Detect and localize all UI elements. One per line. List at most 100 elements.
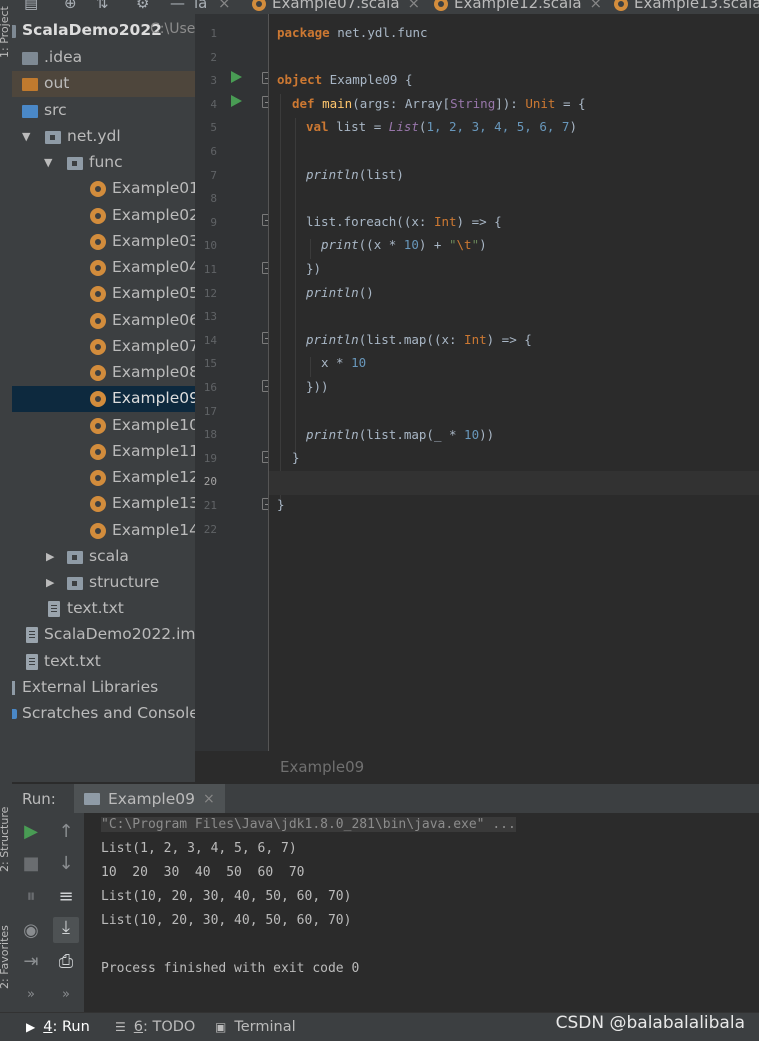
tree-item-example07[interactable]: Example07 — [12, 334, 195, 360]
tree-item-func[interactable]: ▼ func — [12, 150, 195, 176]
line-number: 16 — [203, 381, 217, 394]
tab-close-icon[interactable]: × — [218, 0, 231, 12]
collapse-icon[interactable]: ⇅ — [96, 0, 109, 12]
tree-item-structure[interactable]: ▶ structure — [12, 570, 195, 596]
run-config-tab[interactable]: Example09 × — [74, 784, 225, 814]
line-number: 15 — [203, 357, 217, 370]
tree-item-example03[interactable]: Example03 — [12, 229, 195, 255]
tree-item-net-ydl[interactable]: ▼ net.ydl — [12, 124, 195, 150]
rerun-icon[interactable]: ▶ — [18, 821, 44, 842]
tree-item-scratches[interactable]: Scratches and Consoles — [12, 701, 195, 727]
breadcrumb: Example09 — [195, 751, 759, 783]
run-gutter-icon[interactable] — [231, 95, 242, 107]
project-tool-tab[interactable]: 1: Project — [0, 6, 11, 58]
module-file-icon — [26, 627, 38, 643]
scala-object-icon — [90, 181, 106, 197]
tab-close-icon[interactable]: × — [408, 0, 421, 12]
scala-file-icon — [614, 0, 628, 11]
tree-item-example10[interactable]: Example10 — [12, 413, 195, 439]
tree-item-example09[interactable]: Example09 — [12, 386, 195, 412]
scroll-to-end-icon[interactable]: ⤓ — [53, 917, 79, 943]
tree-item-example01[interactable]: Example01 — [12, 176, 195, 202]
folder-icon — [22, 52, 38, 65]
text-file-icon — [48, 601, 60, 617]
scala-object-icon — [90, 470, 106, 486]
editor-gutter: 1 2 3 4 5 6 7 8 9 10 11 12 13 14 15 16 1… — [195, 14, 274, 751]
line-number: 12 — [203, 287, 217, 300]
code-line-14: println(list.map((x: Int) => { — [306, 332, 532, 347]
gear-icon[interactable]: ⚙ — [136, 0, 149, 12]
tree-item-iml[interactable]: ScalaDemo2022.iml — [12, 622, 195, 648]
watermark: CSDN @balabalalibala — [555, 1013, 745, 1033]
tab-example07[interactable]: Example07.scala × — [252, 0, 420, 14]
stop-icon[interactable]: ■ — [18, 853, 44, 874]
code-line-10: print((x * 10) + "\t") — [321, 237, 487, 252]
tab-example12[interactable]: Example12.scala × — [434, 0, 602, 14]
todo-tool-button[interactable]: ☰ 6: TODO — [115, 1019, 195, 1035]
tree-item-example05[interactable]: Example05 — [12, 281, 195, 307]
pause-icon[interactable]: ⏸ — [18, 886, 44, 907]
more-icon[interactable]: » — [53, 987, 79, 1002]
run-gutter-icon[interactable] — [231, 71, 242, 83]
tree-item-example11[interactable]: Example11 — [12, 439, 195, 465]
tab-partial[interactable]: la — [194, 0, 207, 12]
tree-item-scala[interactable]: ▶ scala — [12, 544, 195, 570]
print-icon[interactable]: ⎙ — [53, 951, 79, 972]
run-tool-button[interactable]: ▶ 4: Run — [26, 1019, 90, 1035]
tree-item-example13[interactable]: Example13 — [12, 491, 195, 517]
line-number: 4 — [210, 98, 217, 111]
soft-wrap-icon[interactable]: ≡ — [53, 886, 79, 907]
run-toolbar: ▶ ↑ ■ ↓ ⏸ ≡ ◉ ⤓ ⇥ ⎙ » » — [12, 813, 84, 1012]
tree-item-out[interactable]: out — [12, 71, 195, 97]
minimize-icon[interactable]: — — [170, 0, 185, 12]
tree-item-example06[interactable]: Example06 — [12, 308, 195, 334]
package-icon — [67, 551, 83, 564]
login-icon[interactable]: ⇥ — [18, 951, 44, 972]
line-number: 7 — [210, 169, 217, 182]
tree-item-example04[interactable]: Example04 — [12, 255, 195, 281]
tree-item-example08[interactable]: Example08 — [12, 360, 195, 386]
tree-item-example02[interactable]: Example02 — [12, 203, 195, 229]
breadcrumb-item[interactable]: Example09 — [280, 758, 364, 776]
structure-tool-tab[interactable]: 2: Structure — [0, 807, 11, 872]
chevron-right-icon[interactable]: ▶ — [46, 576, 54, 589]
more-icon[interactable]: » — [18, 987, 44, 1002]
locate-icon[interactable]: ⊕ — [64, 0, 77, 12]
code-text: package net.ydl.func object Example09 { … — [269, 14, 759, 751]
up-arrow-icon[interactable]: ↑ — [53, 821, 79, 842]
tree-item-src[interactable]: src — [12, 98, 195, 124]
run-label: Run: — [22, 790, 56, 808]
code-line-3: object Example09 { — [277, 72, 413, 87]
tree-root[interactable]: ScalaDemo2022 C:\Use — [12, 18, 195, 44]
line-number: 11 — [203, 263, 217, 276]
tab-example13[interactable]: Example13.scala — [614, 0, 759, 14]
console-output[interactable]: "C:\Program Files\Java\jdk1.8.0_281\bin\… — [84, 813, 759, 1012]
scala-object-icon — [90, 418, 106, 434]
scala-file-icon — [252, 0, 266, 11]
code-line-21: } — [277, 497, 285, 512]
scala-object-icon — [90, 286, 106, 302]
camera-icon[interactable]: ◉ — [18, 920, 44, 941]
package-icon — [67, 577, 83, 590]
console-line: List(10, 20, 30, 40, 50, 60, 70) — [101, 913, 352, 928]
tree-item-example12[interactable]: Example12 — [12, 465, 195, 491]
down-arrow-icon[interactable]: ↓ — [53, 853, 79, 874]
scala-object-icon — [90, 234, 106, 250]
tree-item-root-text-txt[interactable]: text.txt — [12, 649, 195, 675]
scala-object-icon — [90, 208, 106, 224]
line-number: 1 — [210, 27, 217, 40]
terminal-tool-button[interactable]: ▣ Terminal — [215, 1019, 296, 1035]
favorites-tool-tab[interactable]: 2: Favorites — [0, 925, 11, 989]
chevron-down-icon[interactable]: ▼ — [44, 156, 52, 169]
tab-close-icon[interactable]: × — [590, 0, 603, 12]
tree-item-idea[interactable]: .idea — [12, 45, 195, 71]
tree-item-text-txt[interactable]: text.txt — [12, 596, 195, 622]
line-number: 19 — [203, 452, 217, 465]
close-icon[interactable]: × — [203, 791, 215, 807]
project-view-icon[interactable]: ▤ — [24, 0, 38, 12]
chevron-right-icon[interactable]: ▶ — [46, 550, 54, 563]
tree-item-external-libraries[interactable]: External Libraries — [12, 675, 195, 701]
chevron-down-icon[interactable]: ▼ — [22, 130, 30, 143]
tree-item-example14[interactable]: Example14 — [12, 518, 195, 544]
terminal-icon: ▣ — [215, 1020, 227, 1034]
